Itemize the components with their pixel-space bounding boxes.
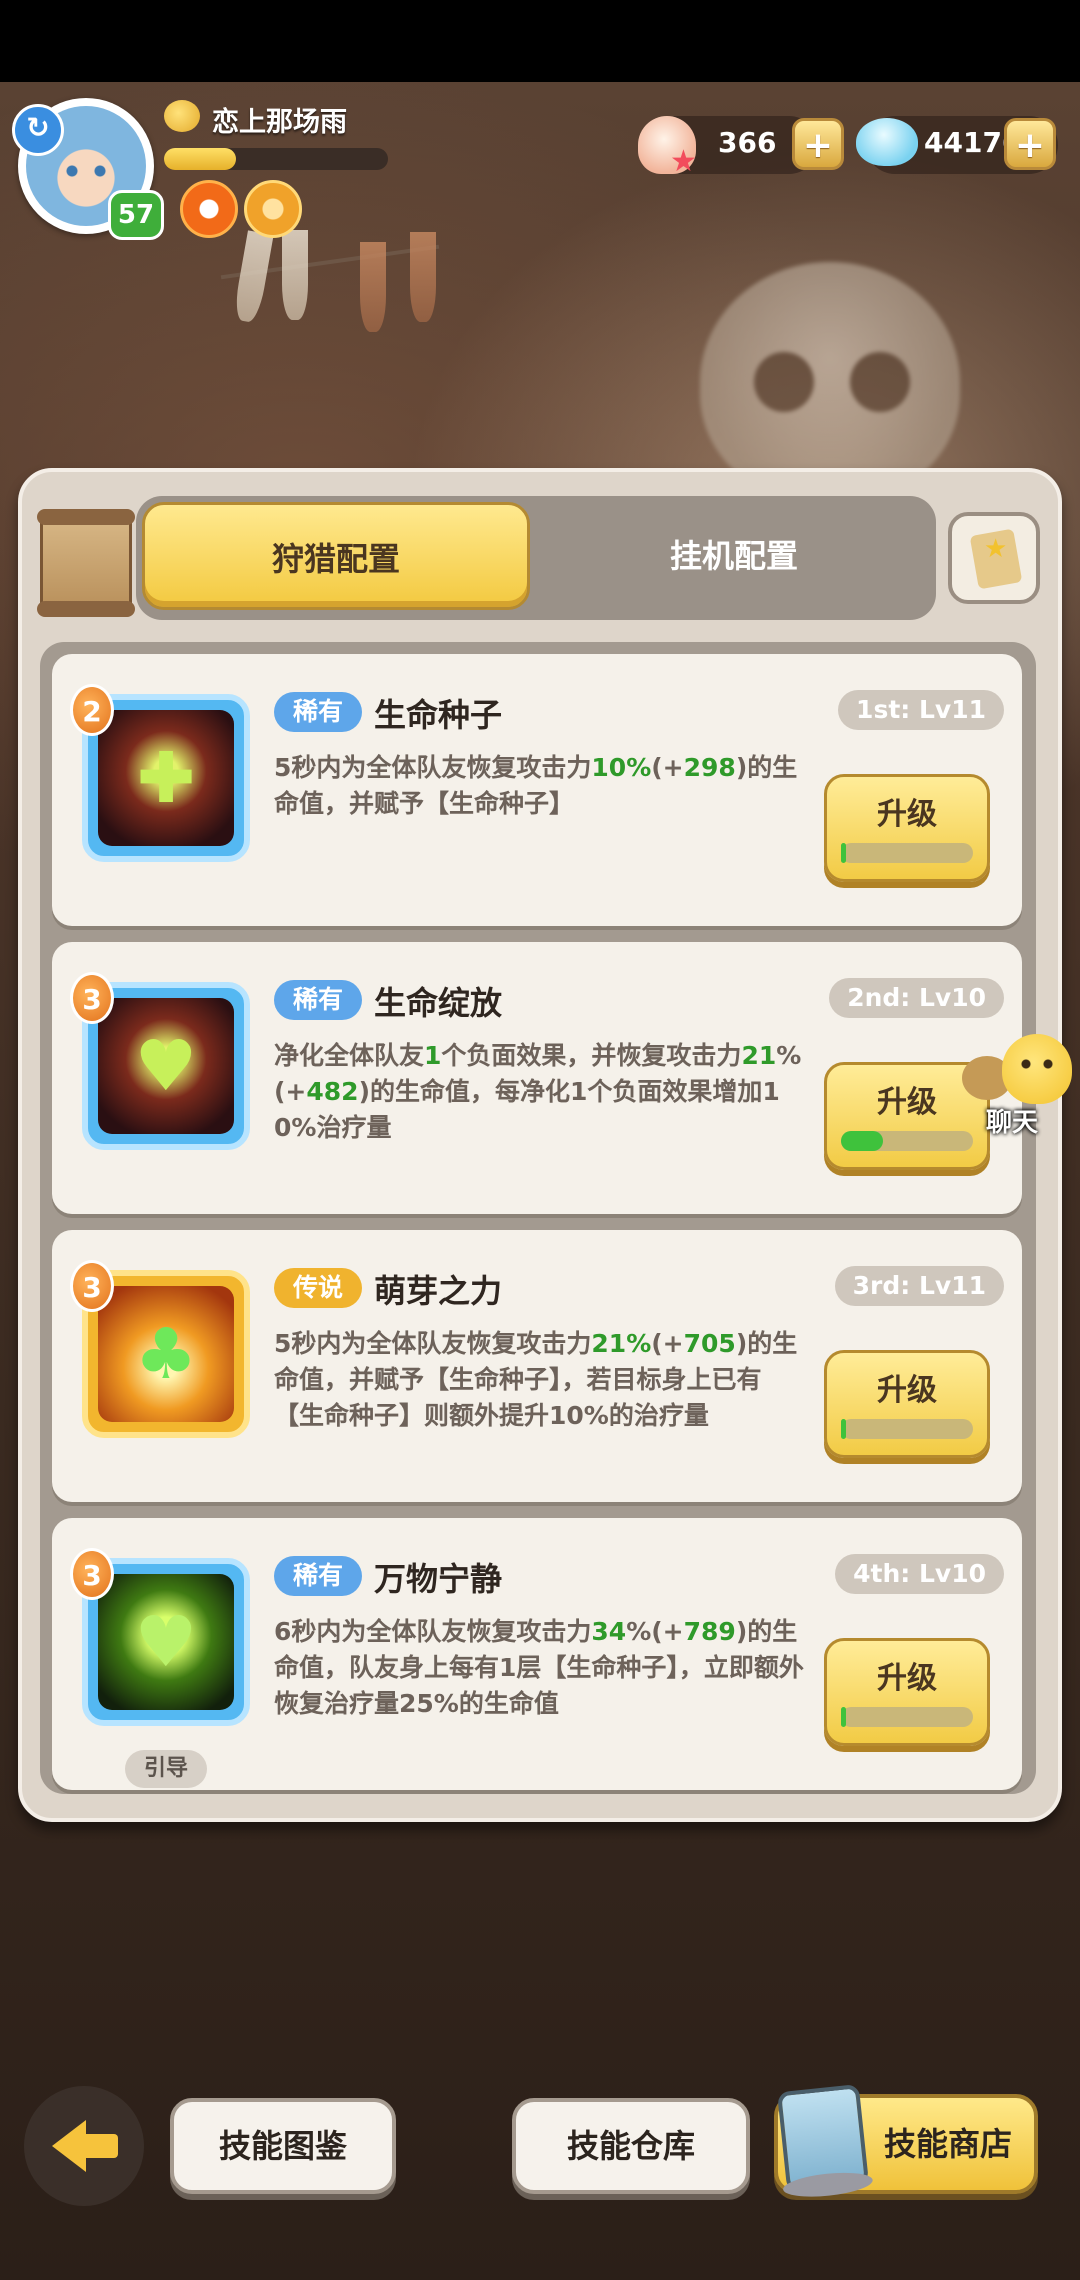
decor-tag xyxy=(410,232,436,322)
chat-mascot-icon xyxy=(1002,1034,1072,1104)
slot-level: 1st: Lv11 xyxy=(838,690,1004,730)
guide-tag: 引导 xyxy=(125,1750,207,1788)
upgrade-button[interactable]: 升级 xyxy=(824,774,990,882)
decor-tooth xyxy=(232,230,274,324)
add-gems-button[interactable]: + xyxy=(1004,118,1056,170)
skill-name: 万物宁静 xyxy=(374,1560,503,1598)
slot-level: 3rd: Lv11 xyxy=(834,1266,1004,1306)
skill-description: 5秒内为全体队友恢复攻击力10%(+298)的生命值，并赋予【生命种子】 xyxy=(274,753,798,818)
upgrade-button[interactable]: 升级 xyxy=(824,1350,990,1458)
shell-count: 366 xyxy=(718,126,777,159)
shop-book-icon xyxy=(776,2083,870,2193)
status-bar xyxy=(0,0,1080,82)
skill-tier-badge: 3 xyxy=(70,972,114,1024)
upgrade-progress-bar xyxy=(841,1707,973,1727)
scroll-icon[interactable] xyxy=(37,509,135,617)
title-badge-icon[interactable] xyxy=(244,180,302,238)
chat-button[interactable]: 聊天 xyxy=(962,1034,1074,1138)
skill-name: 生命绽放 xyxy=(374,984,503,1022)
xp-bar-fill xyxy=(164,148,236,170)
player-level-badge: 57 xyxy=(108,190,164,240)
back-button[interactable] xyxy=(24,2086,144,2206)
skill-description: 5秒内为全体队友恢复攻击力21%(+705)的生命值，并赋予【生命种子】，若目标… xyxy=(274,1329,798,1430)
decor-tooth xyxy=(282,230,308,320)
buff-badge-icon[interactable] xyxy=(180,180,238,238)
skill-tier-badge: 3 xyxy=(70,1260,114,1312)
rarity-badge: 稀有 xyxy=(274,1556,362,1596)
skill-codex-button[interactable]: 技能图鉴 xyxy=(170,2098,396,2194)
skill-name: 生命种子 xyxy=(374,696,503,734)
xp-bar xyxy=(164,148,388,170)
skill-list: ✚ 2 稀有 生命种子 1st: Lv11 5秒内为全体队友恢复攻击力10%(+… xyxy=(40,642,1036,1794)
rarity-badge: 稀有 xyxy=(274,980,362,1020)
upgrade-button[interactable]: 升级 xyxy=(824,1638,990,1746)
skill-card: ♥ 3 引导 稀有 万物宁静 4th: Lv10 6秒内为全体队友恢复攻击力34… xyxy=(52,1518,1022,1790)
tab-idle-config[interactable]: 挂机配置 xyxy=(536,502,932,610)
skill-guide-button[interactable] xyxy=(948,512,1040,604)
decor-tag xyxy=(360,242,386,332)
rarity-badge: 传说 xyxy=(274,1268,362,1308)
skill-description: 净化全体队友1个负面效果，并恢复攻击力21%(+482)的生命值，每净化1个负面… xyxy=(274,1041,802,1142)
rarity-badge: 稀有 xyxy=(274,692,362,732)
chat-label: 聊天 xyxy=(986,1108,1039,1138)
upgrade-progress-bar xyxy=(841,1419,973,1439)
sprout-icon: ♣ xyxy=(134,1313,198,1395)
player-name: 恋上那场雨 xyxy=(212,107,347,138)
add-shells-button[interactable]: + xyxy=(792,118,844,170)
skill-name: 萌芽之力 xyxy=(374,1272,503,1310)
seed-icon: ✚ xyxy=(136,737,196,819)
decor-skull xyxy=(700,262,960,502)
heart-bloom-icon: ♥ xyxy=(134,1025,198,1107)
slot-level: 4th: Lv10 xyxy=(835,1554,1004,1594)
skill-card: ♥ 3 稀有 生命绽放 2nd: Lv10 净化全体队友1个负面效果，并恢复攻击… xyxy=(52,942,1022,1214)
skill-card: ♣ 3 传说 萌芽之力 3rd: Lv11 5秒内为全体队友恢复攻击力21%(+… xyxy=(52,1230,1022,1502)
slot-level: 2nd: Lv10 xyxy=(829,978,1004,1018)
skill-tier-badge: 3 xyxy=(70,1548,114,1600)
tab-hunting-config[interactable]: 狩猎配置 xyxy=(142,502,530,610)
config-tabs: 狩猎配置 挂机配置 xyxy=(136,496,936,620)
skill-description: 6秒内为全体队友恢复攻击力34%(+789)的生命值，队友身上每有1层【生命种子… xyxy=(274,1617,804,1718)
skill-card: ✚ 2 稀有 生命种子 1st: Lv11 5秒内为全体队友恢复攻击力10%(+… xyxy=(52,654,1022,926)
gem-icon xyxy=(856,118,918,166)
calm-heart-icon: ♥ xyxy=(134,1601,198,1683)
back-arrow-icon xyxy=(52,2120,86,2172)
upgrade-progress-bar xyxy=(841,843,973,863)
skill-tier-badge: 2 xyxy=(70,684,114,736)
upgrade-progress-bar xyxy=(841,1131,973,1151)
emote-icon xyxy=(164,100,200,132)
skill-storage-button[interactable]: 技能仓库 xyxy=(512,2098,750,2194)
refresh-icon[interactable]: ↻ xyxy=(12,104,64,156)
starfish-icon: ★ xyxy=(670,144,697,179)
